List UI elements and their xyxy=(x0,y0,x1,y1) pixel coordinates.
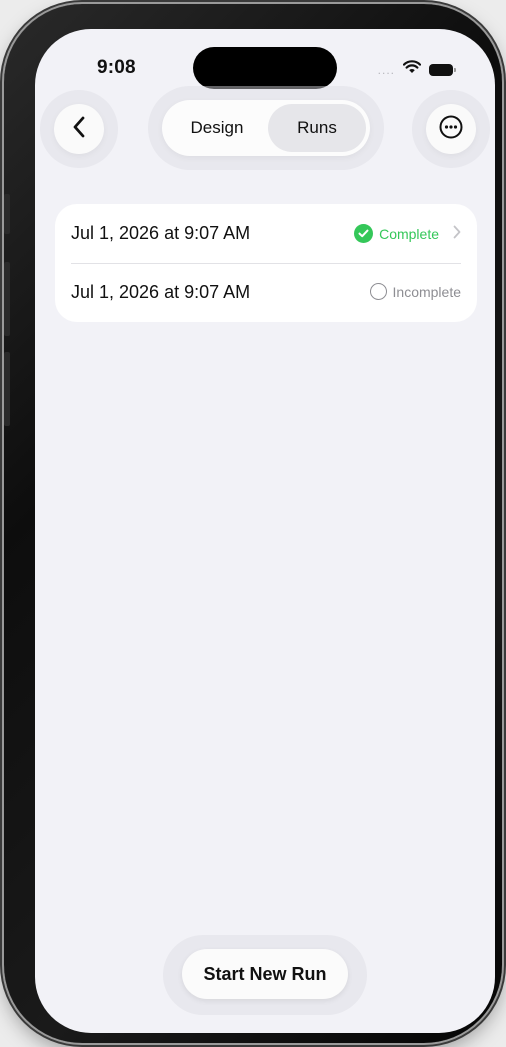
phone-frame: 9:08 .... Design Runs Jul 1, 2026 at 9:0… xyxy=(4,4,502,1043)
run-date: Jul 1, 2026 at 9:07 AM xyxy=(71,223,251,243)
action-button xyxy=(4,194,10,234)
status-label: Complete xyxy=(379,225,439,242)
battery-icon xyxy=(429,63,456,76)
segment-runs-label: Runs xyxy=(297,118,337,137)
screen: 9:08 .... Design Runs Jul 1, 2026 at 9:0… xyxy=(35,29,495,1033)
more-button[interactable] xyxy=(426,104,476,154)
run-row-complete[interactable]: Jul 1, 2026 at 9:07 AM Complete xyxy=(55,204,477,264)
chevron-left-icon xyxy=(72,116,86,143)
empty-circle-icon xyxy=(369,283,387,300)
signal-dots: .... xyxy=(377,62,395,77)
checkmark-circle-icon xyxy=(354,224,374,243)
segment-runs[interactable]: Runs xyxy=(268,104,366,152)
segment-design[interactable]: Design xyxy=(168,104,266,152)
status-incomplete: Incomplete xyxy=(369,283,461,300)
volume-up-button xyxy=(4,262,10,336)
segmented-control: Design Runs xyxy=(162,100,370,156)
start-new-run-button[interactable]: Start New Run xyxy=(182,949,348,999)
status-time: 9:08 xyxy=(97,57,136,78)
volume-down-button xyxy=(4,352,10,426)
runs-list: Jul 1, 2026 at 9:07 AM Complete Jul 1, 2… xyxy=(55,204,477,322)
run-row-incomplete[interactable]: Jul 1, 2026 at 9:07 AM Incomplete xyxy=(55,263,477,322)
wifi-icon xyxy=(402,60,422,79)
dynamic-island xyxy=(193,47,337,89)
chevron-right-icon xyxy=(453,225,461,242)
status-complete: Complete xyxy=(354,224,461,243)
run-date: Jul 1, 2026 at 9:07 AM xyxy=(71,282,251,302)
back-button[interactable] xyxy=(54,104,104,154)
segment-design-label: Design xyxy=(190,118,244,137)
status-label: Incomplete xyxy=(392,283,461,300)
status-icons: .... xyxy=(377,60,456,79)
ellipsis-circle-icon xyxy=(438,114,464,145)
